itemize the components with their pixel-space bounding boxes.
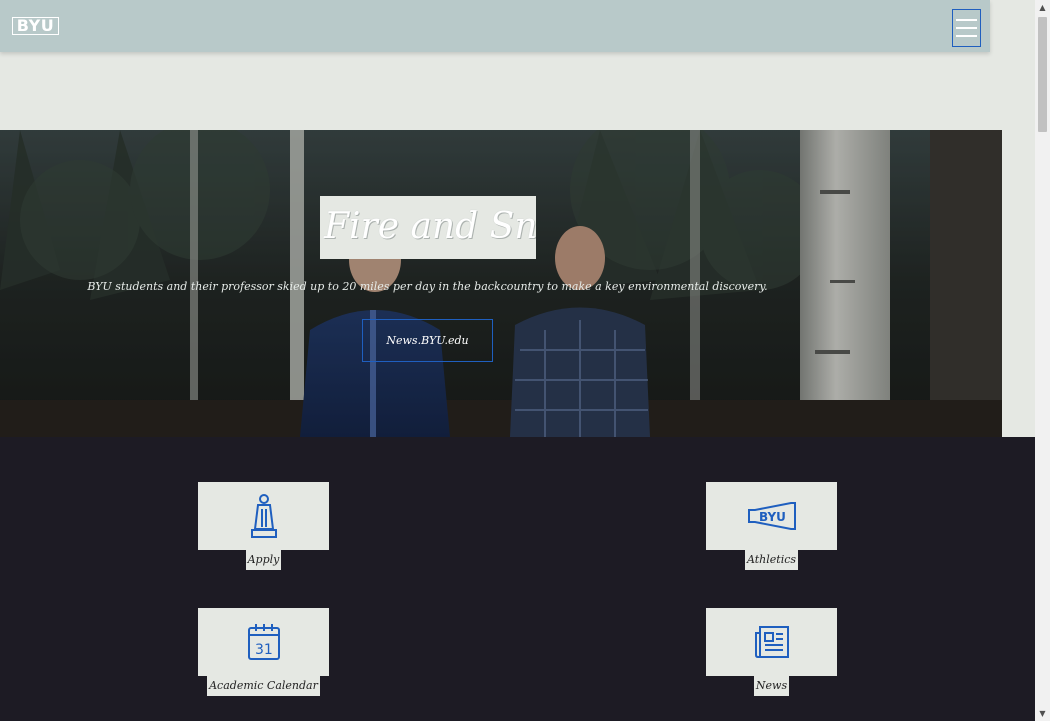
svg-text:BYU: BYU bbox=[759, 510, 786, 524]
apply-tile-icon-box[interactable] bbox=[198, 482, 329, 550]
newspaper-icon bbox=[754, 626, 789, 658]
quick-link-news[interactable]: News bbox=[706, 608, 837, 696]
athletics-tile-icon-box[interactable]: BYU bbox=[706, 482, 837, 550]
athletics-label[interactable]: Athletics bbox=[744, 550, 799, 570]
quick-links-section: Apply BYU Athletics 31 Academic Calendar… bbox=[0, 437, 1035, 721]
page: BYU Fire and Sn BYU students and their p… bbox=[0, 0, 1035, 721]
hero-title-box: Fire and Snow bbox=[320, 196, 536, 259]
hero-subtitle: BYU students and their professor skied u… bbox=[87, 280, 768, 293]
quick-link-athletics[interactable]: BYU Athletics bbox=[706, 482, 837, 570]
quick-link-apply[interactable]: Apply bbox=[198, 482, 329, 570]
scroll-down-arrow-icon[interactable]: ▼ bbox=[1035, 706, 1050, 721]
calendar-31-icon: 31 bbox=[247, 624, 280, 660]
academic-calendar-label[interactable]: Academic Calendar bbox=[207, 676, 320, 696]
svg-text:31: 31 bbox=[255, 642, 273, 658]
news-label[interactable]: News bbox=[753, 676, 790, 696]
hero-banner: Fire and Snow BYU students and their pro… bbox=[0, 130, 1002, 437]
menu-bar-line bbox=[956, 35, 977, 37]
apply-label[interactable]: Apply bbox=[245, 550, 282, 570]
site-header: BYU bbox=[0, 0, 990, 52]
news-link-button[interactable]: News.BYU.edu bbox=[362, 319, 493, 362]
byu-megaphone-icon: BYU bbox=[747, 502, 796, 530]
menu-bar-line bbox=[956, 19, 977, 21]
graduate-statue-icon bbox=[250, 494, 277, 538]
scrollbar-thumb[interactable] bbox=[1038, 17, 1047, 132]
scroll-up-arrow-icon[interactable]: ▲ bbox=[1035, 0, 1050, 15]
quick-link-academic-calendar[interactable]: 31 Academic Calendar bbox=[198, 608, 329, 696]
hero-title: Fire and Snow bbox=[324, 206, 536, 247]
calendar-tile-icon-box[interactable]: 31 bbox=[198, 608, 329, 676]
vertical-scrollbar[interactable]: ▲ ▼ bbox=[1035, 0, 1050, 721]
news-tile-icon-box[interactable] bbox=[706, 608, 837, 676]
hamburger-menu-button[interactable] bbox=[952, 9, 981, 47]
byu-logo[interactable]: BYU bbox=[12, 17, 59, 35]
menu-bar-line bbox=[956, 27, 977, 29]
